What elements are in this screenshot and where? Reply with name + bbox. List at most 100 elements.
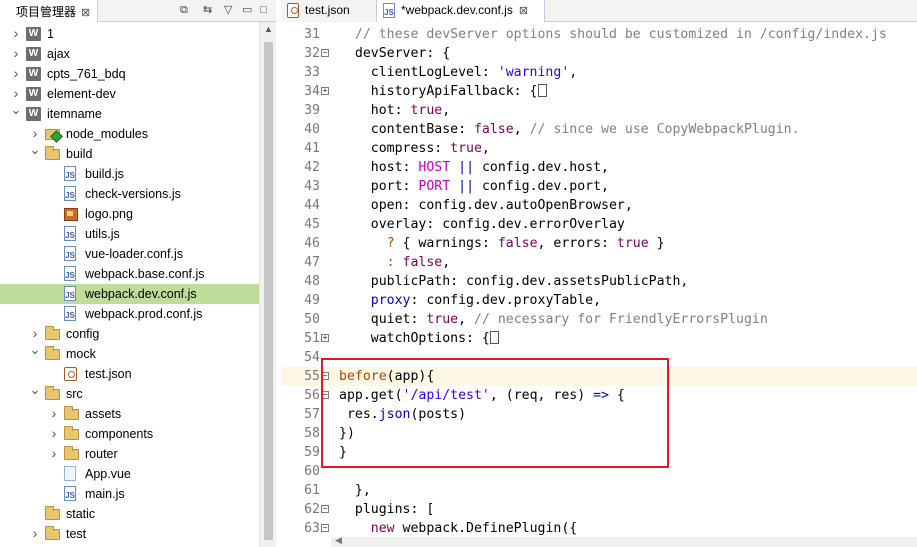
link-with-editor-icon[interactable]: ⇆: [203, 4, 212, 16]
tree-item[interactable]: JS webpack.base.conf.js: [0, 264, 259, 284]
code-line[interactable]: 48 publicPath: config.dev.assetsPublicPa…: [281, 272, 917, 291]
view-menu-icon[interactable]: ▽: [224, 4, 232, 16]
tree-item[interactable]: › components: [0, 424, 259, 444]
chevron-down-icon[interactable]: ⌄: [29, 380, 41, 400]
tree-item[interactable]: JS build.js: [0, 164, 259, 184]
tree-item[interactable]: › Welement-dev: [0, 84, 259, 104]
tree-item[interactable]: JS webpack.prod.conf.js: [0, 304, 259, 324]
collapse-all-icon[interactable]: ⧉: [180, 4, 188, 16]
line-number: 40: [304, 122, 320, 137]
expand-fold-icon[interactable]: +: [321, 87, 329, 95]
tree-item[interactable]: App.vue: [0, 464, 259, 484]
code-line[interactable]: 33 clientLogLevel: 'warning',: [281, 63, 917, 82]
chevron-right-icon[interactable]: ›: [48, 443, 60, 463]
code-line[interactable]: 45 overlay: config.dev.errorOverlay: [281, 215, 917, 234]
tree-item[interactable]: ⌄ src: [0, 382, 259, 404]
code-line[interactable]: 32− devServer: {: [281, 44, 917, 63]
collapse-fold-icon[interactable]: −: [321, 49, 329, 57]
code-line[interactable]: 34 + historyApiFallback: {: [281, 82, 917, 101]
code-token: PORT: [418, 179, 451, 194]
tab-project-explorer[interactable]: 项目管理器 ⊠: [0, 0, 98, 22]
tree-item[interactable]: JS vue-loader.conf.js: [0, 244, 259, 264]
chevron-right-icon[interactable]: ›: [48, 403, 60, 423]
code-line[interactable]: 47 : false,: [281, 253, 917, 272]
image-file-icon: [64, 208, 78, 221]
tree-item[interactable]: logo.png: [0, 204, 259, 224]
maximize-icon[interactable]: □: [260, 4, 267, 16]
code-line[interactable]: 40 contentBase: false, // since we use C…: [281, 120, 917, 139]
chevron-right-icon[interactable]: ›: [10, 63, 22, 83]
code-line[interactable]: 57 res.json(posts): [281, 405, 917, 424]
collapse-fold-icon[interactable]: −: [321, 372, 329, 380]
code-line[interactable]: 46 ? { warnings: false, errors: true }: [281, 234, 917, 253]
code-line[interactable]: 49 proxy: config.dev.proxyTable,: [281, 291, 917, 310]
tree-item[interactable]: JS main.js: [0, 484, 259, 504]
code-line[interactable]: 58}): [281, 424, 917, 443]
tree-item[interactable]: › Wcpts_761_bdq: [0, 64, 259, 84]
code-line[interactable]: 44 open: config.dev.autoOpenBrowser,: [281, 196, 917, 215]
tree-item[interactable]: ⌄ Witemname: [0, 102, 259, 124]
code-line[interactable]: 41 compress: true,: [281, 139, 917, 158]
code-token: }): [339, 426, 355, 441]
expand-fold-icon[interactable]: +: [321, 334, 329, 342]
chevron-right-icon[interactable]: ›: [29, 523, 41, 543]
chevron-down-icon[interactable]: ⌄: [29, 340, 41, 360]
tree-item[interactable]: › W 1: [0, 24, 259, 44]
tree-item[interactable]: ⌄ build: [0, 142, 259, 164]
editor-horizontal-scrollbar[interactable]: ◀: [331, 535, 917, 547]
code-line[interactable]: 50 quiet: true, // necessary for Friendl…: [281, 310, 917, 329]
code-text: devServer: {: [339, 44, 450, 63]
close-icon[interactable]: ⊠: [81, 7, 90, 19]
code-line[interactable]: 60: [281, 462, 917, 481]
tree-item[interactable]: › test: [0, 524, 259, 544]
tab-webpack-dev-conf[interactable]: JS *webpack.dev.conf.js ⊠: [377, 0, 545, 22]
chevron-right-icon[interactable]: ›: [10, 23, 22, 43]
scroll-up-arrow-icon[interactable]: ▲: [260, 24, 277, 34]
code-line[interactable]: 63− new webpack.DefinePlugin({: [281, 519, 917, 538]
collapse-fold-icon[interactable]: −: [321, 505, 329, 513]
code-text: quiet: true, // necessary for FriendlyEr…: [339, 310, 768, 329]
tree-item[interactable]: › Wajax: [0, 44, 259, 64]
code-line[interactable]: 62− plugins: [: [281, 500, 917, 519]
code-token: config.dev.port,: [474, 179, 609, 194]
js-file-icon: JS: [64, 266, 76, 281]
tab-test-json[interactable]: test.json: [281, 0, 377, 22]
chevron-down-icon[interactable]: ⌄: [10, 100, 22, 120]
chevron-right-icon[interactable]: ›: [10, 43, 22, 63]
folded-code-marker-icon: [537, 84, 547, 97]
tree-item[interactable]: JS webpack.dev.conf.js: [0, 284, 259, 304]
code-line[interactable]: 42 host: HOST || config.dev.host,: [281, 158, 917, 177]
tree-item[interactable]: › router: [0, 444, 259, 464]
js-file-icon: JS: [64, 486, 76, 501]
code-token: overlay: config.dev.errorOverlay: [339, 217, 625, 232]
collapse-fold-icon[interactable]: −: [321, 524, 329, 532]
code-line[interactable]: 59}: [281, 443, 917, 462]
chevron-down-icon[interactable]: ⌄: [29, 140, 41, 160]
code-area[interactable]: 31 // these devServer options should be …: [281, 22, 917, 547]
tree-item[interactable]: JS utils.js: [0, 224, 259, 244]
code-token: before: [339, 369, 387, 384]
tree-item[interactable]: JS check-versions.js: [0, 184, 259, 204]
js-file-icon: JS: [64, 286, 76, 301]
code-line[interactable]: 39 hot: true,: [281, 101, 917, 120]
code-line[interactable]: 61 },: [281, 481, 917, 500]
scrollbar-thumb[interactable]: [264, 42, 273, 540]
code-line[interactable]: 43 port: PORT || config.dev.port,: [281, 177, 917, 196]
tree-item[interactable]: ⌄ mock: [0, 342, 259, 364]
tree-vertical-scrollbar[interactable]: ▲: [259, 22, 276, 547]
folder-icon: [45, 326, 60, 340]
code-text: open: config.dev.autoOpenBrowser,: [339, 196, 633, 215]
code-line[interactable]: 56− app.get('/api/test', (req, res) => {: [281, 386, 917, 405]
code-line[interactable]: 55− before(app){: [281, 367, 917, 386]
chevron-right-icon[interactable]: ›: [48, 423, 60, 443]
line-number: 32: [304, 46, 320, 61]
code-line[interactable]: 51 + watchOptions: {: [281, 329, 917, 348]
collapse-fold-icon[interactable]: −: [321, 391, 329, 399]
code-line[interactable]: 54: [281, 348, 917, 367]
scroll-left-arrow-icon[interactable]: ◀: [335, 535, 342, 546]
tree-item[interactable]: › assets: [0, 404, 259, 424]
code-line[interactable]: 31 // these devServer options should be …: [281, 25, 917, 44]
minimize-icon[interactable]: ▭: [242, 4, 252, 16]
close-icon[interactable]: ⊠: [519, 5, 528, 17]
tree-item[interactable]: static: [0, 504, 259, 524]
